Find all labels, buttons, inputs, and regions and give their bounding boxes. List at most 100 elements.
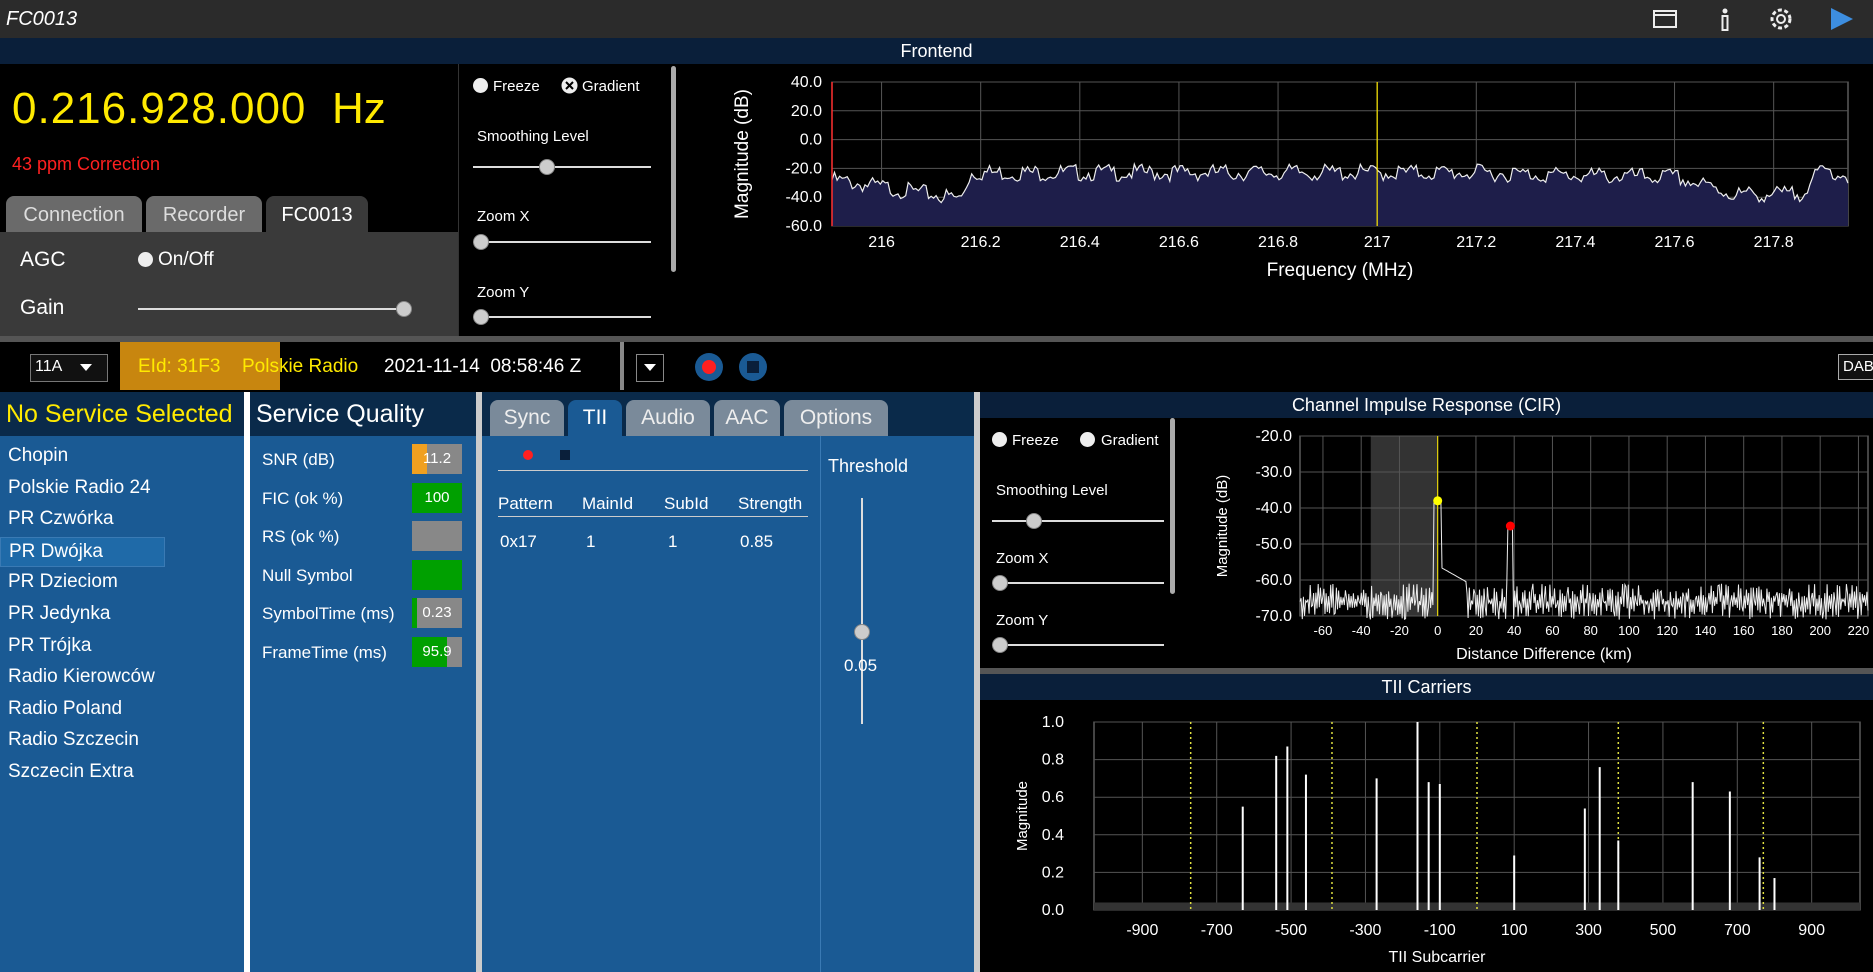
cir-zoom-x-slider[interactable] [992, 582, 1164, 584]
y-axis-label: Magnitude (dB) [1214, 475, 1231, 578]
tab-sync[interactable]: Sync [490, 400, 564, 436]
info-icon[interactable] [1710, 4, 1740, 34]
zoom-x-slider-handle[interactable] [473, 234, 489, 250]
cir-smoothing-slider[interactable] [992, 520, 1164, 522]
quality-meter: 11.2 [412, 444, 462, 474]
channel-value: 11A [35, 358, 63, 375]
cir-smoothing-slider-handle[interactable] [1026, 513, 1042, 529]
quality-meter [412, 521, 462, 551]
x-tick-label: 100 [1501, 922, 1528, 939]
x-tick-label: 180 [1771, 623, 1793, 638]
y-tick-label: -40.0 [1256, 500, 1293, 517]
threshold-label: Threshold [828, 456, 909, 476]
freeze-radio[interactable] [473, 78, 488, 93]
service-item[interactable]: PR Dzieciom [0, 568, 163, 596]
tab-fc0013[interactable]: FC0013 [266, 196, 368, 232]
tii-legend-icons [523, 450, 570, 460]
frontend-tabs: Connection Recorder FC0013 [6, 196, 456, 232]
gradient-checked-icon[interactable] [561, 77, 578, 94]
tab-options[interactable]: Options [784, 400, 888, 436]
cir-gradient-radio[interactable] [1080, 432, 1095, 447]
gain-slider-handle[interactable] [396, 301, 412, 317]
x-axis-label: Frequency (MHz) [1267, 260, 1414, 281]
frequency-readout: 0.216.928.000 [12, 84, 307, 133]
cir-zoom-y-slider-handle[interactable] [992, 637, 1008, 653]
tab-aac[interactable]: AAC [714, 400, 780, 436]
y-tick-label: 0.8 [1042, 752, 1064, 769]
cir-controls-scrollbar[interactable] [1170, 418, 1175, 594]
threshold-divider [820, 436, 821, 972]
cir-freeze-radio[interactable] [992, 432, 1007, 447]
zoom-x-slider[interactable] [473, 241, 651, 243]
quality-label: SNR (dB) [262, 450, 335, 469]
x-tick-label: 217.8 [1754, 234, 1794, 251]
tii-divider [498, 470, 808, 471]
agc-radio[interactable] [138, 252, 153, 267]
quality-label: RS (ok %) [262, 527, 340, 546]
y-tick-label: -60.0 [1256, 572, 1293, 589]
chevron-down-icon [80, 364, 92, 371]
tab-tii[interactable]: TII [568, 400, 622, 436]
quality-meter: 100 [412, 482, 462, 513]
service-item[interactable]: Polskie Radio 24 [0, 474, 163, 502]
x-tick-label: 216.8 [1258, 234, 1298, 251]
service-item[interactable]: Radio Kierowców [0, 663, 163, 691]
x-tick-label: 80 [1583, 623, 1597, 638]
y-tick-label: -70.0 [1256, 608, 1293, 625]
tab-audio[interactable]: Audio [626, 400, 710, 436]
x-tick-label: -40 [1352, 623, 1371, 638]
y-tick-label: 0.6 [1042, 789, 1064, 806]
threshold-slider[interactable] [861, 498, 863, 724]
dropdown-button[interactable] [636, 354, 664, 382]
frequency-unit: Hz [332, 84, 386, 133]
col-mainid: MainId [582, 494, 634, 513]
ppm-correction: 43 ppm Correction [12, 154, 161, 174]
service-item[interactable]: PR Dwójka [0, 536, 165, 567]
gear-icon[interactable] [1766, 4, 1796, 34]
x-tick-label: 140 [1695, 623, 1717, 638]
window-icon[interactable] [1650, 4, 1680, 34]
agc-label: AGC [20, 248, 66, 271]
ensemble-label: Polskie Radio [242, 356, 359, 377]
x-tick-label: -20 [1390, 623, 1409, 638]
x-tick-label: 100 [1618, 623, 1640, 638]
zoom-y-slider-handle[interactable] [473, 309, 489, 325]
zoom-y-slider[interactable] [473, 316, 651, 318]
x-tick-label: 216.2 [961, 234, 1001, 251]
service-item[interactable]: Radio Szczecin [0, 726, 163, 754]
smoothing-slider-handle[interactable] [539, 159, 555, 175]
controls-scrollbar[interactable] [671, 66, 676, 272]
x-tick-label: 500 [1650, 922, 1677, 939]
y-axis-label: Magnitude [1014, 781, 1031, 851]
smoothing-slider[interactable] [473, 166, 651, 168]
x-tick-label: 217.2 [1456, 234, 1496, 251]
tab-recorder[interactable]: Recorder [146, 196, 262, 232]
spectrum-controls: Freeze Gradient Smoothing Level Zoom X Z… [458, 64, 681, 336]
service-item[interactable]: PR Czwórka [0, 505, 163, 533]
cir-header: Channel Impulse Response (CIR) [980, 392, 1873, 418]
service-item[interactable]: Chopin [0, 442, 163, 470]
gain-slider[interactable] [138, 308, 408, 310]
x-tick-label: 216 [868, 234, 895, 251]
cir-zoom-y-slider[interactable] [992, 644, 1164, 646]
service-item[interactable]: PR Jedynka [0, 600, 163, 628]
mode-badge: DAB [1838, 354, 1873, 380]
stop-icon[interactable] [738, 352, 768, 382]
x-tick-label: 40 [1507, 623, 1521, 638]
quality-header-bar: Service Quality [250, 392, 476, 436]
y-tick-label: 0.0 [1042, 902, 1064, 919]
service-item[interactable]: Szczecin Extra [0, 758, 163, 786]
cir-zoom-x-slider-handle[interactable] [992, 575, 1008, 591]
play-icon[interactable] [1826, 4, 1856, 34]
service-item[interactable]: PR Trójka [0, 632, 163, 660]
tii-row-strength: 0.85 [740, 532, 774, 551]
threshold-slider-handle[interactable] [854, 624, 870, 640]
channel-select[interactable]: 11A [30, 354, 108, 382]
service-item[interactable]: Radio Poland [0, 695, 163, 723]
smoothing-label: Smoothing Level [477, 128, 589, 145]
x-tick-label: 217 [1364, 234, 1391, 251]
tab-connection[interactable]: Connection [6, 196, 142, 232]
zoom-y-label: Zoom Y [477, 284, 530, 301]
record-icon[interactable] [694, 352, 724, 382]
x-tick-label: 120 [1656, 623, 1678, 638]
